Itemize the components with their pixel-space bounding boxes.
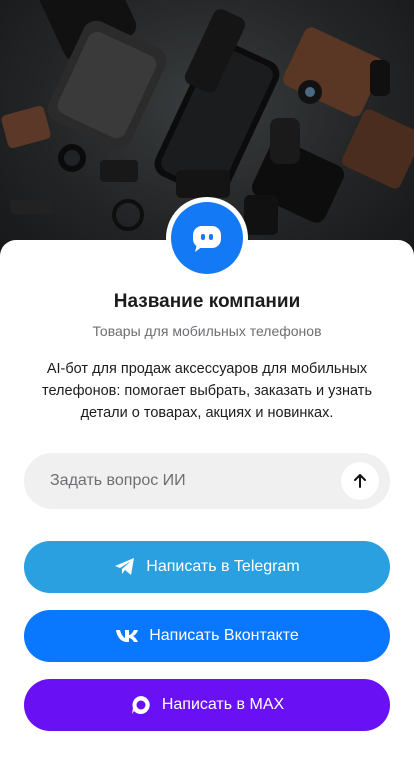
send-button[interactable]	[341, 462, 379, 500]
vk-button-label: Написать Вконтакте	[149, 627, 299, 644]
company-description: AI-бот для продаж аксессуаров для мобиль…	[41, 361, 372, 421]
company-name: Название компании	[113, 291, 301, 312]
ask-ai-input[interactable]	[48, 471, 341, 491]
vk-icon	[115, 629, 139, 643]
max-icon	[130, 694, 152, 716]
telegram-button-label: Написать в Telegram	[146, 558, 300, 575]
company-tagline: Товары для мобильных телефонов	[92, 323, 322, 339]
vk-button[interactable]: Написать Вконтакте	[24, 610, 390, 662]
telegram-icon	[114, 557, 136, 577]
avatar	[171, 202, 243, 274]
avatar-ring	[166, 197, 248, 279]
chat-bot-icon	[193, 226, 221, 252]
telegram-button[interactable]: Написать в Telegram	[24, 541, 390, 593]
arrow-up-icon	[354, 474, 366, 488]
max-button-label: Написать в MAX	[161, 696, 285, 713]
max-button[interactable]: Написать в MAX	[24, 679, 390, 731]
ask-ai-bar	[24, 453, 390, 509]
